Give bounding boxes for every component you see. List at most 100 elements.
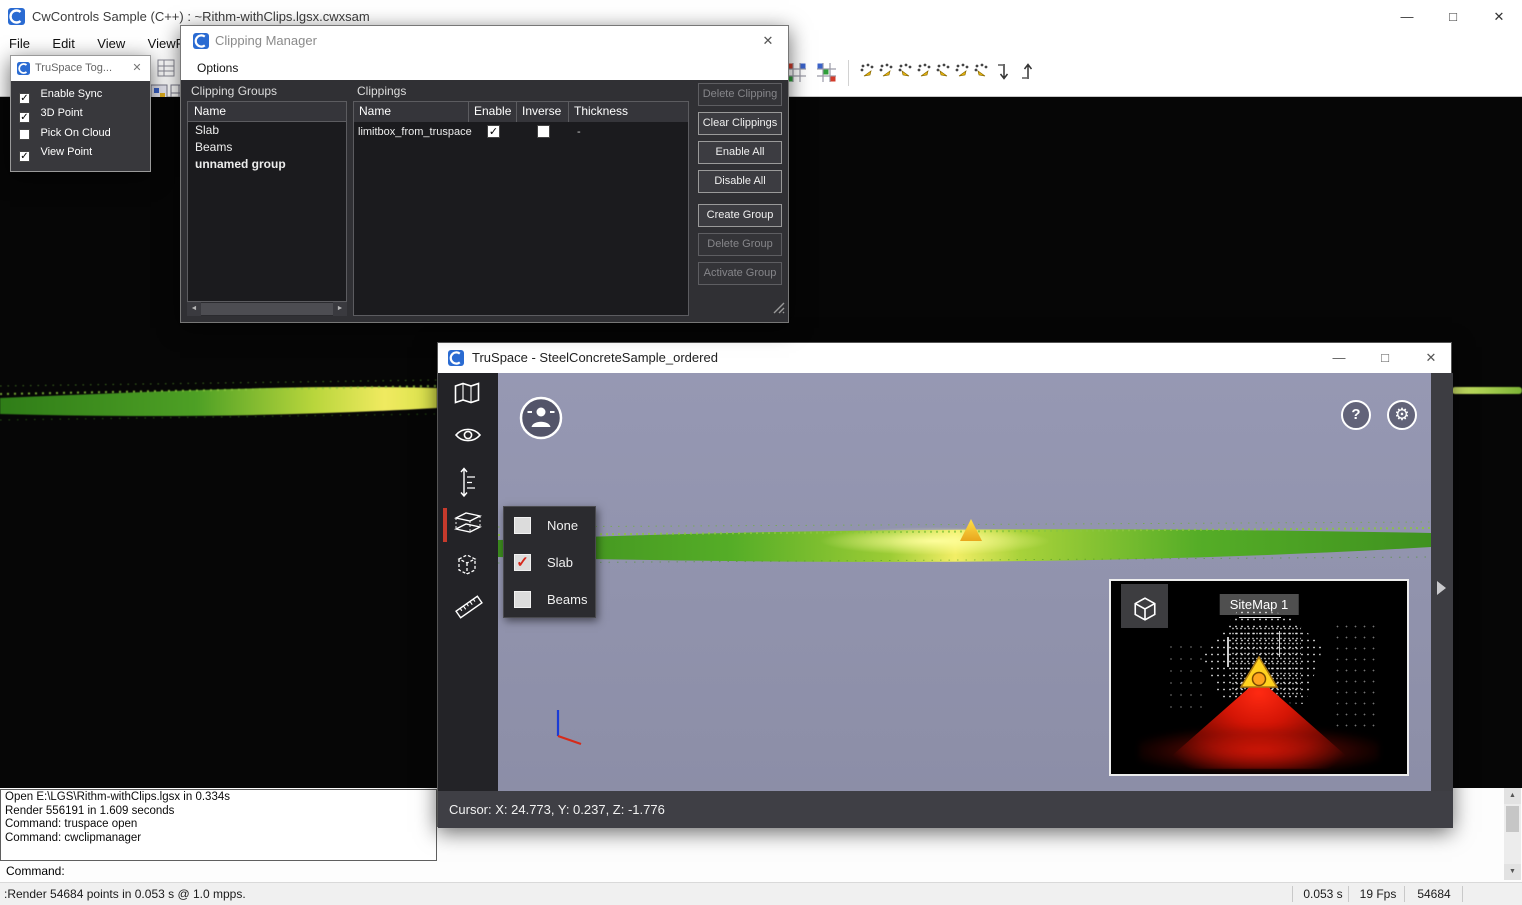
truspace-viewport[interactable]: ? ⚙ None ✓ Slab Beams [498,373,1431,791]
ruler-icon[interactable] [454,592,482,622]
expand-panel-arrow-icon[interactable] [1437,581,1446,595]
eye-icon[interactable] [454,426,482,456]
log-line: Command: truspace open [5,818,432,832]
settings-gear-icon[interactable]: ⚙ [1387,400,1417,430]
menu-view[interactable]: View [88,33,134,54]
minimize-icon[interactable]: — [1324,343,1354,373]
truspace-title-bar[interactable]: TruSpace - SteelConcreteSample_ordered —… [438,343,1451,373]
close-icon[interactable]: ✕ [753,26,783,56]
close-icon[interactable]: ✕ [126,56,148,81]
clear-clippings-button[interactable]: Clear Clippings [698,112,782,135]
thickness-value: - [577,122,581,142]
scrollbar-thumb[interactable] [201,303,333,315]
checkbox-slab[interactable]: ✓ [514,554,531,571]
toggles-window-icon [17,62,30,80]
enable-checkbox[interactable]: ✓ [487,125,500,138]
checkbox-pick-on-cloud[interactable] [19,129,30,140]
axis-down-icon[interactable] [995,62,1017,84]
sitemap-panel[interactable]: SiteMap 1 [1109,579,1409,776]
toggles-title-bar[interactable]: TruSpace Tog... ✕ [11,56,150,81]
inverse-checkbox[interactable] [537,125,550,138]
maximize-icon[interactable]: □ [1430,0,1476,33]
point-cloud-strip-left [0,368,437,440]
groups-horizontal-scrollbar[interactable]: ◄ ► [187,302,347,316]
minimize-icon[interactable]: — [1384,0,1430,33]
toolbar-grid-icon-1[interactable] [786,62,808,84]
output-scrollbar[interactable]: ▲ ▼ [1504,788,1521,880]
toggle-enable-sync[interactable]: ✓ Enable Sync [19,88,102,106]
column-enable[interactable]: Enable [469,102,517,122]
resize-grip[interactable] [773,301,785,319]
scroll-up-icon[interactable]: ▲ [1504,788,1521,804]
toolbar-partial-icon[interactable] [156,58,178,80]
column-name[interactable]: Name [354,102,469,122]
checkbox-enable-sync[interactable]: ✓ [19,93,30,104]
sitemap-position-marker[interactable] [1237,653,1281,700]
enable-all-button[interactable]: Enable All [698,141,782,164]
log-box[interactable]: Open E:\LGS\Rithm-withClips.lgsx in 0.33… [0,789,437,861]
elevation-icon[interactable] [454,467,482,497]
clipping-manager-title: Clipping Manager [215,26,317,56]
checkbox-3d-point[interactable]: ✓ [19,112,30,123]
column-thickness[interactable]: Thickness [569,102,688,122]
app-icon [8,8,25,30]
clippings-table[interactable]: Name Enable Inverse Thickness limitbox_f… [353,101,689,316]
status-divider [1292,886,1293,902]
truspace-window: TruSpace - SteelConcreteSample_ordered —… [437,342,1452,827]
map-icon[interactable] [454,382,482,412]
scroll-right-icon[interactable]: ► [333,302,347,316]
toggles-body: ✓ Enable Sync ✓ 3D Point Pick On Cloud ✓… [11,81,150,171]
create-group-button[interactable]: Create Group [698,204,782,227]
clipping-manager-title-bar[interactable]: Clipping Manager ✕ [181,26,788,56]
status-render-time: 0.053 s [1300,883,1346,905]
group-row-slab[interactable]: Slab [188,122,346,139]
groups-name-header[interactable]: Name [188,102,346,122]
scroll-down-icon[interactable]: ▼ [1504,864,1521,880]
clipping-manager-menu-bar: Options [181,56,788,80]
status-point-count: 54684 [1410,883,1458,905]
panorama-avatar-icon[interactable] [518,395,564,446]
menu-item-none[interactable]: None [504,507,595,544]
clipping-groups-list[interactable]: Name Slab Beams unnamed group [187,101,347,302]
menu-options[interactable]: Options [197,56,238,80]
delete-group-button[interactable]: Delete Group [698,233,782,256]
checkbox-none[interactable] [514,517,531,534]
menu-item-slab[interactable]: ✓ Slab [504,544,595,581]
delete-clipping-button[interactable]: Delete Clipping [698,83,782,106]
menu-edit[interactable]: Edit [43,33,83,54]
scroll-left-icon[interactable]: ◄ [187,302,201,316]
maximize-icon[interactable]: □ [1370,343,1400,373]
toggle-3d-point[interactable]: ✓ 3D Point [19,107,83,125]
toggle-view-point[interactable]: ✓ View Point [19,146,92,164]
close-icon[interactable]: ✕ [1416,343,1446,373]
scrollbar-thumb[interactable] [1506,806,1519,832]
close-icon[interactable]: ✕ [1476,0,1522,33]
clipping-row[interactable]: limitbox_from_truspace ✓ - [354,122,688,142]
log-line: Open E:\LGS\Rithm-withClips.lgsx in 0.33… [5,791,432,805]
column-inverse[interactable]: Inverse [517,102,569,122]
sitemap-cube-icon[interactable] [1121,584,1168,628]
status-fps: 19 Fps [1354,883,1402,905]
toggle-label: Enable Sync [40,88,102,100]
limitbox-icon[interactable] [454,551,482,581]
truspace-status-bar: Cursor: X: 24.773, Y: 0.237, Z: -1.776 [438,791,1453,828]
disable-all-button[interactable]: Disable All [698,170,782,193]
group-row-unnamed[interactable]: unnamed group [188,156,346,173]
axis-up-icon[interactable] [1019,62,1041,84]
toggle-pick-on-cloud[interactable]: Pick On Cloud [19,127,111,145]
toolbar-grid-icon-2[interactable] [816,62,838,84]
group-row-beams[interactable]: Beams [188,139,346,156]
help-icon[interactable]: ? [1341,400,1371,430]
command-input[interactable] [62,864,1492,879]
point-tool-icon-7[interactable] [972,62,994,84]
menu-item-beams[interactable]: Beams [504,581,595,618]
menu-file[interactable]: File [0,33,39,54]
axis-indicator-icon [550,706,590,753]
activate-group-button[interactable]: Activate Group [698,262,782,285]
point-cloud-strip-right [1452,387,1522,394]
checkbox-view-point[interactable]: ✓ [19,151,30,162]
clipping-slab-icon[interactable] [454,510,482,540]
toggle-label: 3D Point [40,107,82,119]
menu-item-label: None [547,507,578,544]
checkbox-beams[interactable] [514,591,531,608]
